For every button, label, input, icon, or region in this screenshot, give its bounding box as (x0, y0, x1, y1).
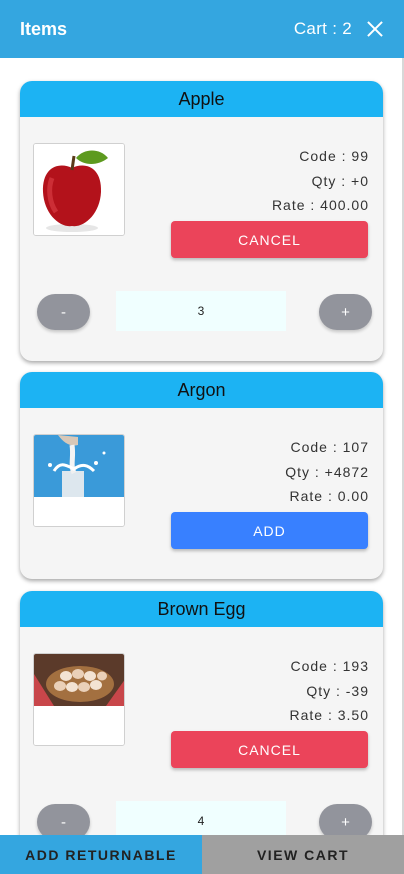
item-rate: Rate : 400.00 (271, 197, 369, 213)
item-code: Code : 99 (299, 148, 369, 164)
cancel-button[interactable]: CANCEL (171, 221, 368, 258)
increment-button[interactable]: + (319, 804, 372, 835)
item-name: Brown Egg (20, 591, 383, 627)
item-name: Apple (20, 81, 383, 117)
item-card-brown-egg: Brown Egg Code : 193 Qty : -39 Rate: 3.… (20, 591, 383, 835)
decrement-button[interactable]: - (37, 804, 90, 835)
item-code: Code : 107 (290, 439, 369, 455)
quantity-field[interactable]: 4 (116, 801, 286, 835)
quantity-field[interactable]: 3 (116, 291, 286, 331)
increment-button[interactable]: + (319, 294, 372, 330)
add-button[interactable]: ADD (171, 512, 368, 549)
item-rate: Rate : 0.00 (289, 488, 369, 504)
item-info: Code : 193 Qty : -39 Rate : 3.50 (290, 654, 370, 728)
item-name: Argon (20, 372, 383, 408)
item-info: Code : 99 Qty : +0 Rate : 400.00 (272, 144, 369, 218)
item-info: Code : 107 Qty : +4872 Rate : 0.00 (285, 435, 369, 509)
cart-count[interactable]: Cart : 2 (294, 19, 352, 39)
item-qty: Qty : -39 (306, 682, 369, 699)
items-list[interactable]: Apple Code : 99 Qty : +0 Rate : 400.00 C… (0, 58, 404, 835)
decrement-button[interactable]: - (37, 294, 90, 330)
item-qty: Qty : +0 (311, 172, 369, 189)
item-card-apple: Apple Code : 99 Qty : +0 Rate : 400.00 C… (20, 81, 383, 361)
apple-image (33, 143, 125, 236)
item-rate: Rate : 3.50 (289, 707, 369, 723)
page-title: Items (20, 18, 68, 39)
close-icon[interactable] (366, 20, 384, 38)
footer-bar: ADD RETURNABLE VIEW CART (0, 835, 404, 874)
egg-basket-image (33, 653, 125, 746)
item-qty: Qty : +4872 (285, 463, 369, 480)
add-returnable-button[interactable]: ADD RETURNABLE (0, 835, 202, 874)
item-code: Code : 193 (290, 658, 369, 674)
app-header: Items Cart : 2 (0, 0, 404, 58)
milk-splash-image (33, 434, 125, 527)
item-card-argon: Argon Code : 107 Qty : +4872 Rate : 0.00… (20, 372, 383, 579)
cancel-button[interactable]: CANCEL (171, 731, 368, 768)
view-cart-button[interactable]: VIEW CART (202, 835, 404, 874)
